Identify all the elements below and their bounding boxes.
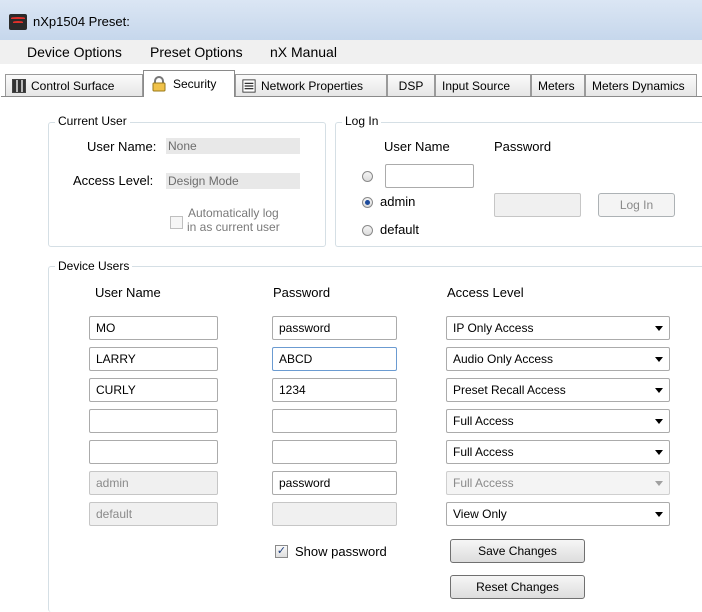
chevron-down-icon <box>655 512 663 517</box>
menu-bar: Device Options Preset Options nX Manual <box>0 40 702 64</box>
auto-login-label: Automatically log in as current user <box>187 206 280 234</box>
tab-control-surface[interactable]: Control Surface <box>5 74 143 96</box>
tab-security[interactable]: Security <box>143 70 235 97</box>
tab-dsp[interactable]: DSP <box>387 74 435 96</box>
password-input-1[interactable]: password <box>272 316 397 340</box>
device-users-title: Device Users <box>55 259 133 273</box>
access-level-value: Full Access <box>453 476 514 490</box>
access-level-select-default[interactable]: View Only <box>446 502 670 526</box>
current-access-level-value: Design Mode <box>166 173 300 189</box>
save-changes-button[interactable]: Save Changes <box>450 539 585 563</box>
access-level-select-admin[interactable]: Full Access <box>446 471 670 495</box>
tab-label: DSP <box>398 78 424 93</box>
tab-label: Network Properties <box>261 78 364 93</box>
tab-input-source[interactable]: Input Source <box>435 74 531 96</box>
header-access-level: Access Level <box>447 285 524 300</box>
menu-nx-manual[interactable]: nX Manual <box>270 44 337 60</box>
tab-label: Control Surface <box>31 78 115 93</box>
tab-label: Security <box>173 77 217 91</box>
network-icon <box>242 78 256 93</box>
header-password: Password <box>273 285 331 300</box>
user-name-input-2[interactable]: LARRY <box>89 347 218 371</box>
login-user-name-header: User Name <box>384 139 450 154</box>
password-input-admin[interactable]: password <box>272 471 397 495</box>
reset-changes-button[interactable]: Reset Changes <box>450 575 585 599</box>
auto-login-line-1: Automatically log <box>188 206 279 220</box>
tab-meters-dynamics[interactable]: Meters Dynamics <box>585 74 697 96</box>
current-user-title: Current User <box>55 114 130 128</box>
user-name-input-admin[interactable]: admin <box>89 471 218 495</box>
control-surface-icon <box>12 78 26 93</box>
show-password-label: Show password <box>295 544 387 559</box>
access-level-value: IP Only Access <box>453 321 534 335</box>
lock-icon <box>152 76 166 92</box>
access-level-select-1[interactable]: IP Only Access <box>446 316 670 340</box>
chevron-down-icon <box>655 481 663 486</box>
menu-preset-options[interactable]: Preset Options <box>150 44 243 60</box>
title-bar: nXp1504 Preset: <box>0 0 702 40</box>
login-custom-radio[interactable] <box>362 171 373 182</box>
login-admin-radio[interactable] <box>362 197 373 208</box>
access-level-select-3[interactable]: Preset Recall Access <box>446 378 670 402</box>
access-level-label: Access Level: <box>73 173 154 188</box>
access-level-value: Preset Recall Access <box>453 383 566 397</box>
current-user-name-value: None <box>166 138 300 154</box>
login-password-input[interactable] <box>494 193 581 217</box>
show-password-checkbox[interactable]: ✓ <box>275 545 288 558</box>
tab-network-properties[interactable]: Network Properties <box>235 74 387 96</box>
access-level-value: Full Access <box>453 445 514 459</box>
password-input-4[interactable] <box>272 409 397 433</box>
user-name-input-3[interactable]: CURLY <box>89 378 218 402</box>
login-title: Log In <box>342 114 382 128</box>
tab-label: Meters <box>538 78 575 93</box>
tab-label: Meters Dynamics <box>592 78 685 93</box>
user-name-input-4[interactable] <box>89 409 218 433</box>
login-default-label: default <box>380 222 420 237</box>
chevron-down-icon <box>655 388 663 393</box>
login-password-header: Password <box>494 139 552 154</box>
access-level-select-4[interactable]: Full Access <box>446 409 670 433</box>
login-admin-label: admin <box>380 194 416 209</box>
login-button[interactable]: Log In <box>598 193 675 217</box>
tab-label: Input Source <box>442 78 511 93</box>
password-input-default[interactable] <box>272 502 397 526</box>
chevron-down-icon <box>655 357 663 362</box>
user-name-label: User Name: <box>87 139 157 154</box>
chevron-down-icon <box>655 450 663 455</box>
chevron-down-icon <box>655 419 663 424</box>
access-level-value: Full Access <box>453 414 514 428</box>
login-custom-user-input[interactable] <box>385 164 474 188</box>
auto-login-checkbox[interactable] <box>170 216 183 229</box>
auto-login-line-2: in as current user <box>187 220 280 234</box>
user-name-input-default[interactable]: default <box>89 502 218 526</box>
user-name-input-1[interactable]: MO <box>89 316 218 340</box>
access-level-value: Audio Only Access <box>453 352 554 366</box>
app-logo-icon <box>9 14 27 30</box>
password-input-3[interactable]: 1234 <box>272 378 397 402</box>
header-user-name: User Name <box>95 285 161 300</box>
tab-meters[interactable]: Meters <box>531 74 585 96</box>
access-level-select-5[interactable]: Full Access <box>446 440 670 464</box>
menu-device-options[interactable]: Device Options <box>27 44 122 60</box>
chevron-down-icon <box>655 326 663 331</box>
login-default-radio[interactable] <box>362 225 373 236</box>
access-level-select-2[interactable]: Audio Only Access <box>446 347 670 371</box>
password-input-2[interactable]: ABCD <box>272 347 397 371</box>
user-name-input-5[interactable] <box>89 440 218 464</box>
password-input-5[interactable] <box>272 440 397 464</box>
access-level-value: View Only <box>453 507 507 521</box>
window-title: nXp1504 Preset: <box>33 14 130 29</box>
